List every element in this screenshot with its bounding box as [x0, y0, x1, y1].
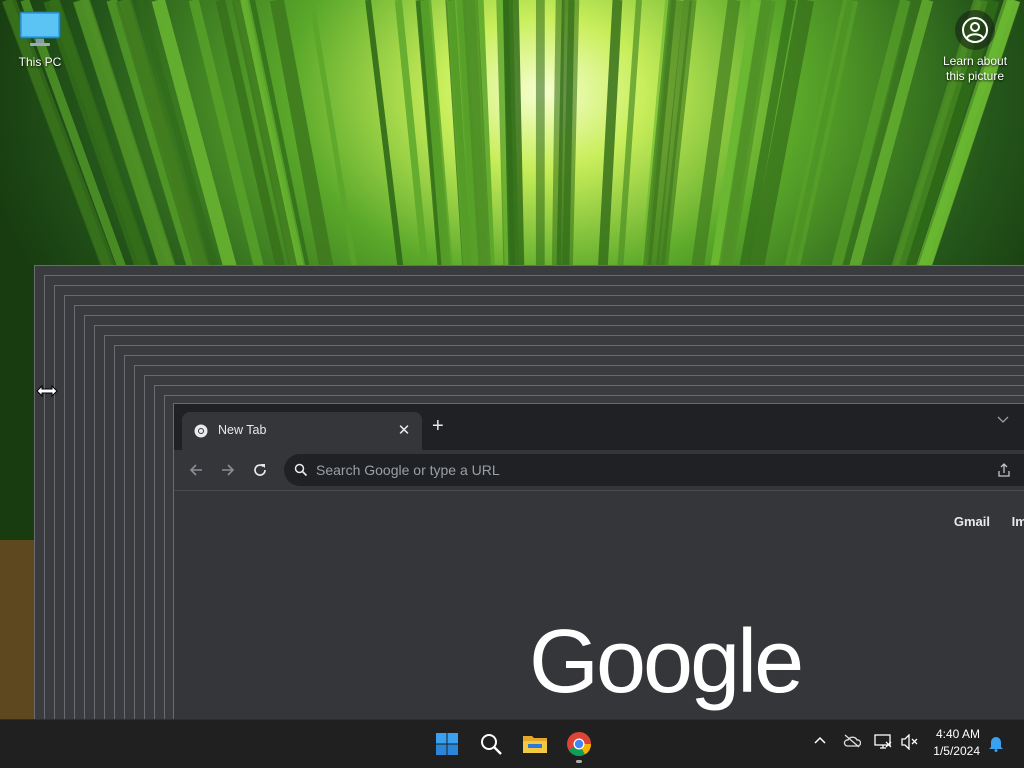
share-icon[interactable] — [996, 462, 1012, 483]
bell-icon[interactable] — [988, 734, 1004, 757]
chrome-window[interactable]: New Tab ✕ + Search Google or type a URL … — [173, 403, 1024, 720]
desktop-icon-this-pc[interactable]: This PC — [12, 10, 68, 69]
google-logo-text: Google — [529, 614, 801, 712]
chrome-icon — [567, 732, 591, 757]
learn-about-picture[interactable]: Learn about this picture — [940, 10, 1010, 84]
tab-search-button[interactable] — [996, 412, 1010, 431]
google-logo: Google — [529, 612, 809, 719]
forward-button[interactable] — [216, 458, 240, 482]
tab-strip: New Tab ✕ + — [174, 404, 1024, 450]
search-icon — [481, 734, 502, 755]
search-icon — [294, 463, 308, 482]
taskbar: 4:40 AM 1/5/2024 — [0, 719, 1024, 768]
onedrive-icon[interactable] — [843, 734, 862, 753]
chevron-down-icon — [997, 416, 1009, 423]
learn-label-line2: this picture — [945, 69, 1005, 83]
clock-time: 4:40 AM — [935, 727, 980, 741]
chrome-icon — [194, 424, 208, 443]
reload-icon — [254, 464, 266, 476]
tab-new-tab[interactable]: New Tab ✕ — [182, 412, 422, 450]
new-tab-button[interactable]: + — [432, 416, 444, 436]
reload-button[interactable] — [248, 458, 272, 482]
folder-icon — [523, 736, 547, 753]
file-explorer-button[interactable] — [520, 729, 550, 759]
chrome-taskbar-button[interactable] — [564, 729, 594, 759]
resize-cursor-icon — [36, 384, 58, 403]
ntp-top-links: Gmail Ima — [936, 514, 1024, 529]
desktop-icon-label: This PC — [18, 55, 62, 69]
address-bar-placeholder: Search Google or type a URL — [316, 462, 500, 478]
network-icon[interactable] — [874, 734, 892, 755]
system-clock[interactable]: 4:40 AM 1/5/2024 — [933, 726, 980, 760]
volume-muted-icon[interactable] — [901, 733, 919, 755]
forward-arrow-icon — [222, 464, 235, 476]
tab-close-button[interactable]: ✕ — [396, 421, 412, 439]
back-arrow-icon — [189, 464, 202, 476]
images-link[interactable]: Ima — [1012, 514, 1024, 529]
start-button[interactable] — [432, 729, 462, 759]
address-bar[interactable]: Search Google or type a URL — [284, 454, 1024, 486]
monitor-icon — [19, 11, 61, 46]
chrome-running-indicator — [576, 760, 582, 763]
back-button[interactable] — [184, 458, 208, 482]
learn-label-line1: Learn about — [942, 54, 1008, 68]
gmail-link[interactable]: Gmail — [954, 514, 990, 529]
windows-start-icon — [436, 733, 458, 755]
chevron-up-icon[interactable] — [813, 734, 827, 753]
browser-toolbar: Search Google or type a URL — [174, 450, 1024, 490]
spotlight-camera-icon — [955, 10, 995, 50]
clock-date: 1/5/2024 — [933, 744, 980, 758]
taskbar-search-button[interactable] — [476, 729, 506, 759]
tab-title: New Tab — [218, 423, 267, 437]
toolbar-divider — [174, 490, 1024, 491]
